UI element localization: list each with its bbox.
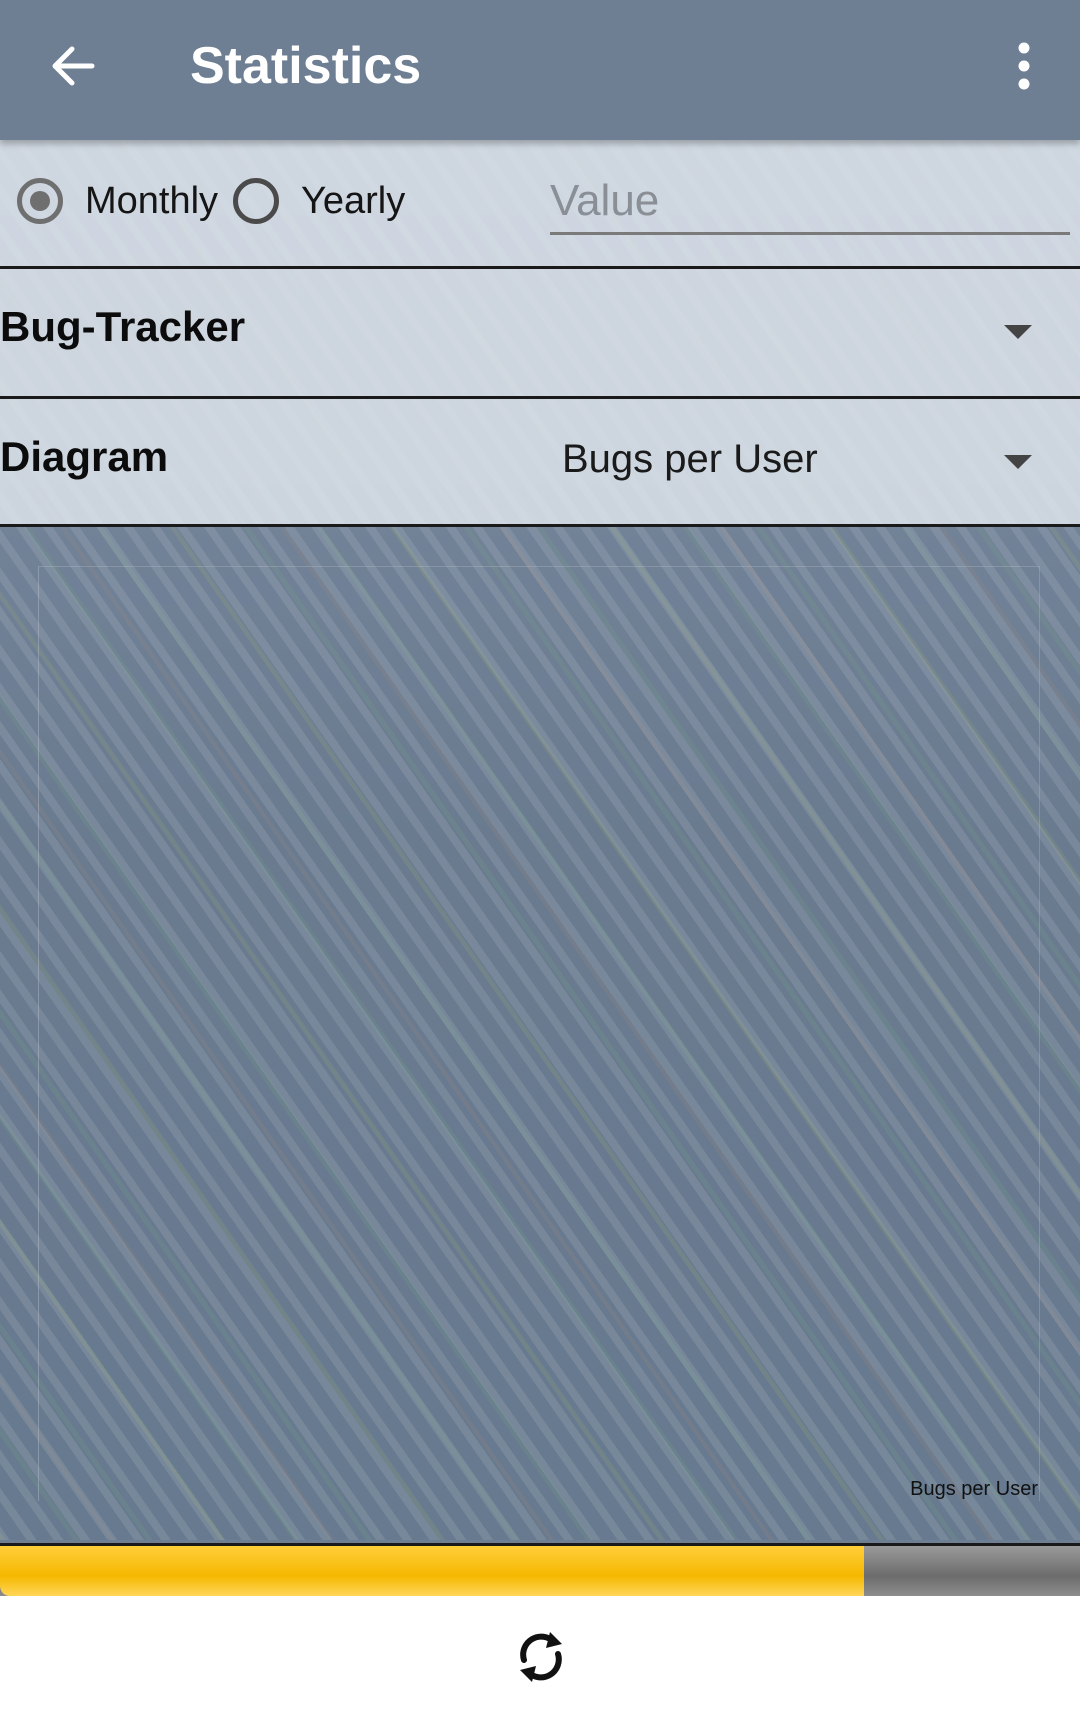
bug-tracker-label: Bug-Tracker xyxy=(0,303,246,350)
bottom-bar xyxy=(0,1596,1080,1725)
caret-down-icon[interactable] xyxy=(1004,325,1032,339)
caret-down-icon[interactable] xyxy=(1004,455,1032,469)
page-title: Statistics xyxy=(190,37,422,95)
diagram-label: Diagram xyxy=(0,433,169,480)
radio-selected-dot xyxy=(30,191,50,211)
chart-area xyxy=(38,566,1040,1501)
yearly-radio[interactable] xyxy=(233,178,279,224)
progress-bar xyxy=(0,1543,1080,1596)
refresh-icon xyxy=(520,1632,562,1682)
diagram-dropdown[interactable]: Diagram Bugs per User xyxy=(0,399,1080,527)
back-button[interactable] xyxy=(44,36,104,96)
period-options-row: Monthly Yearly xyxy=(0,140,1080,269)
diagram-selected-value: Bugs per User xyxy=(562,437,818,481)
overflow-menu-button[interactable] xyxy=(1000,36,1048,96)
progress-bar-fill xyxy=(0,1546,864,1596)
refresh-button[interactable] xyxy=(514,1626,568,1688)
yearly-label[interactable]: Yearly xyxy=(301,180,405,223)
arrow-back-icon xyxy=(52,46,95,86)
chart-legend: Bugs per User xyxy=(910,1478,1038,1500)
more-vert-icon xyxy=(1018,42,1030,90)
app-bar: Statistics xyxy=(0,0,1080,140)
monthly-label[interactable]: Monthly xyxy=(85,180,218,223)
monthly-radio[interactable] xyxy=(17,178,63,224)
value-input[interactable] xyxy=(550,170,1070,235)
bug-tracker-dropdown[interactable]: Bug-Tracker xyxy=(0,269,1080,399)
